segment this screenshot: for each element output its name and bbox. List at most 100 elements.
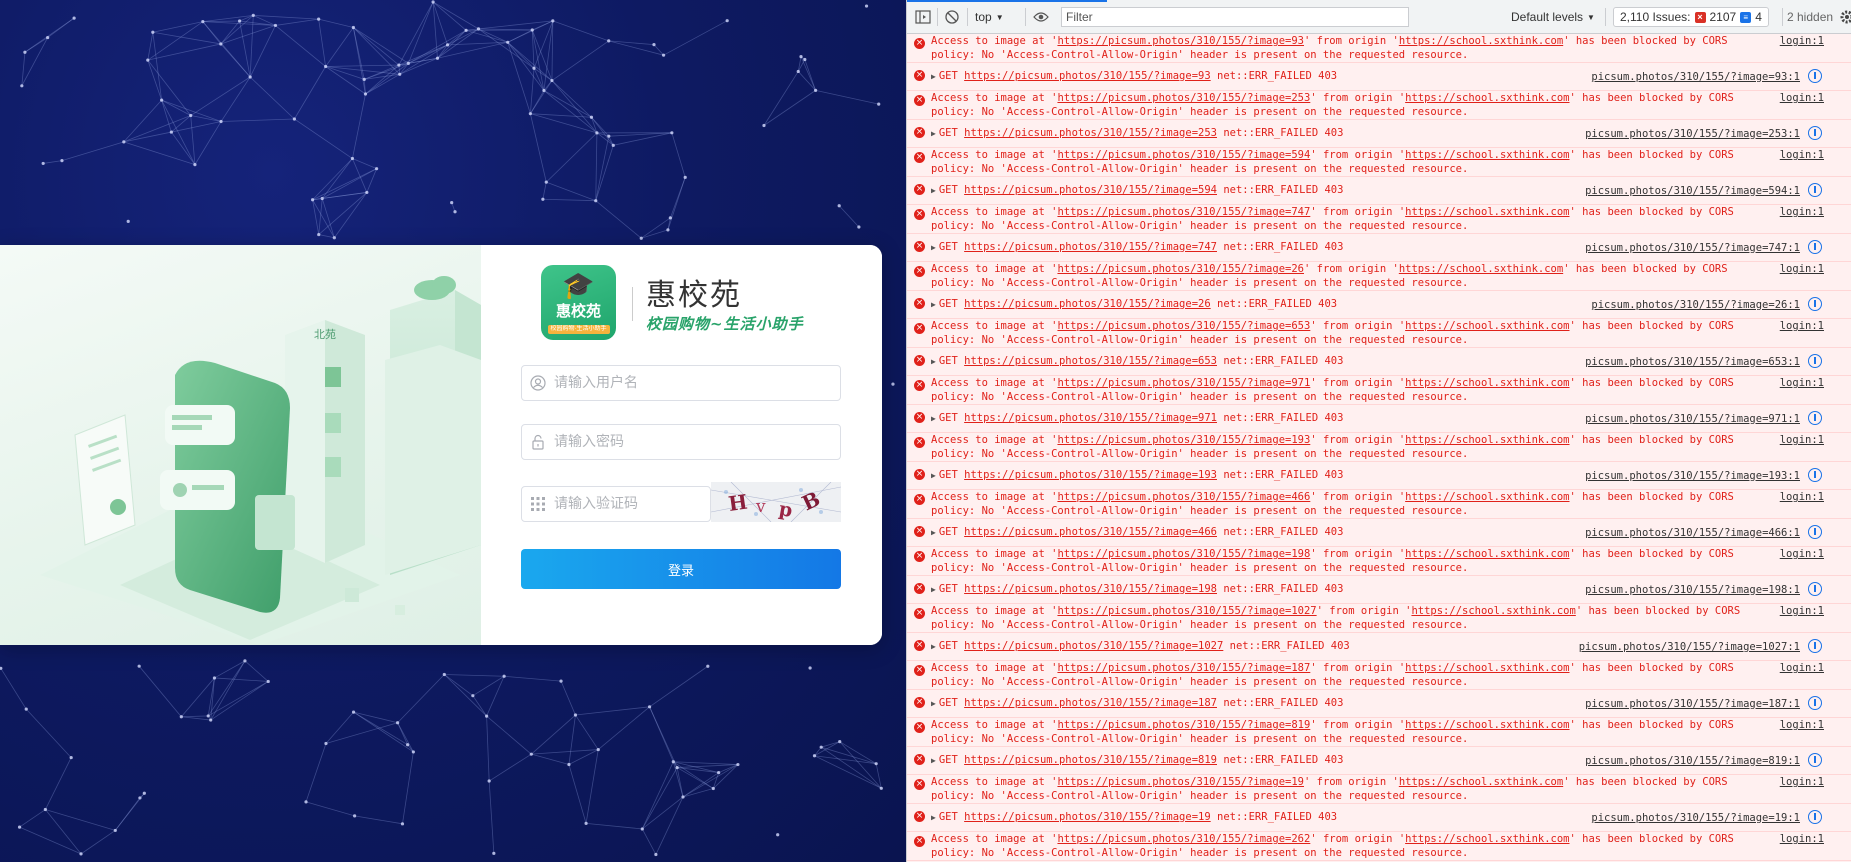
image-url-link[interactable]: https://picsum.photos/310/155/?image=971 (1057, 377, 1310, 389)
expand-triangle-icon[interactable]: ▶ (931, 699, 936, 708)
origin-link[interactable]: https://school.sxthink.com (1405, 149, 1569, 161)
username-input[interactable] (554, 366, 834, 400)
source-link[interactable]: login:1 (1773, 718, 1824, 732)
source-link[interactable]: picsum.photos/310/155/?image=187:1 (1579, 696, 1800, 711)
image-url-link[interactable]: https://picsum.photos/310/155/?image=198 (1057, 548, 1310, 560)
source-link[interactable]: login:1 (1773, 262, 1824, 276)
sidebar-toggle-icon[interactable] (915, 0, 931, 34)
origin-link[interactable]: https://school.sxthink.com (1405, 92, 1569, 104)
image-url-link[interactable]: https://picsum.photos/310/155/?image=93 (1057, 35, 1304, 47)
request-url-link[interactable]: https://picsum.photos/310/155/?image=971 (964, 412, 1217, 424)
live-expression-eye-icon[interactable] (1033, 0, 1049, 34)
source-link[interactable]: picsum.photos/310/155/?image=198:1 (1579, 582, 1800, 597)
expand-triangle-icon[interactable]: ▶ (931, 585, 936, 594)
origin-link[interactable]: https://school.sxthink.com (1399, 35, 1563, 47)
source-link[interactable]: picsum.photos/310/155/?image=26:1 (1585, 297, 1800, 312)
expand-triangle-icon[interactable]: ▶ (931, 72, 936, 81)
request-url-link[interactable]: https://picsum.photos/310/155/?image=594 (964, 184, 1217, 196)
expand-triangle-icon[interactable]: ▶ (931, 357, 936, 366)
image-url-link[interactable]: https://picsum.photos/310/155/?image=26 (1057, 263, 1304, 275)
image-url-link[interactable]: https://picsum.photos/310/155/?image=819 (1057, 719, 1310, 731)
image-url-link[interactable]: https://picsum.photos/310/155/?image=262 (1057, 833, 1310, 845)
source-link[interactable]: login:1 (1773, 205, 1824, 219)
network-request-icon[interactable] (1808, 809, 1822, 824)
expand-triangle-icon[interactable]: ▶ (931, 756, 936, 765)
network-request-icon[interactable] (1808, 182, 1822, 197)
expand-triangle-icon[interactable]: ▶ (931, 528, 936, 537)
source-link[interactable]: login:1 (1773, 547, 1824, 561)
password-input[interactable] (554, 425, 834, 459)
captcha-input[interactable] (554, 487, 704, 521)
image-url-link[interactable]: https://picsum.photos/310/155/?image=466 (1057, 491, 1310, 503)
origin-link[interactable]: https://school.sxthink.com (1405, 491, 1569, 503)
source-link[interactable]: login:1 (1773, 661, 1824, 675)
request-url-link[interactable]: https://picsum.photos/310/155/?image=819 (964, 754, 1217, 766)
filter-input[interactable] (1061, 7, 1409, 27)
source-link[interactable]: login:1 (1773, 433, 1824, 447)
origin-link[interactable]: https://school.sxthink.com (1405, 719, 1569, 731)
login-button[interactable]: 登录 (521, 549, 841, 589)
request-url-link[interactable]: https://picsum.photos/310/155/?image=193 (964, 469, 1217, 481)
issues-button[interactable]: 2,110 Issues: × 2107 ≡ 4 (1613, 7, 1769, 27)
expand-triangle-icon[interactable]: ▶ (931, 642, 936, 651)
network-request-icon[interactable] (1808, 353, 1822, 368)
source-link[interactable]: picsum.photos/310/155/?image=653:1 (1579, 354, 1800, 369)
request-url-link[interactable]: https://picsum.photos/310/155/?image=466 (964, 526, 1217, 538)
source-link[interactable]: login:1 (1773, 91, 1824, 105)
request-url-link[interactable]: https://picsum.photos/310/155/?image=198 (964, 583, 1217, 595)
origin-link[interactable]: https://school.sxthink.com (1411, 605, 1575, 617)
image-url-link[interactable]: https://picsum.photos/310/155/?image=747 (1057, 206, 1310, 218)
source-link[interactable]: picsum.photos/310/155/?image=747:1 (1579, 240, 1800, 255)
source-link[interactable]: picsum.photos/310/155/?image=971:1 (1579, 411, 1800, 426)
network-request-icon[interactable] (1808, 467, 1822, 482)
image-url-link[interactable]: https://picsum.photos/310/155/?image=102… (1057, 605, 1316, 617)
network-request-icon[interactable] (1808, 68, 1822, 83)
image-url-link[interactable]: https://picsum.photos/310/155/?image=187 (1057, 662, 1310, 674)
source-link[interactable]: picsum.photos/310/155/?image=93:1 (1585, 69, 1800, 84)
origin-link[interactable]: https://school.sxthink.com (1405, 320, 1569, 332)
password-field[interactable] (521, 424, 841, 460)
network-request-icon[interactable] (1808, 410, 1822, 425)
expand-triangle-icon[interactable]: ▶ (931, 813, 936, 822)
request-url-link[interactable]: https://picsum.photos/310/155/?image=253 (964, 127, 1217, 139)
context-selector[interactable]: top ▼ (975, 0, 1004, 34)
origin-link[interactable]: https://school.sxthink.com (1405, 434, 1569, 446)
source-link[interactable]: login:1 (1773, 34, 1824, 48)
clear-console-icon[interactable] (945, 0, 959, 34)
origin-link[interactable]: https://school.sxthink.com (1405, 548, 1569, 560)
expand-triangle-icon[interactable]: ▶ (931, 243, 936, 252)
network-request-icon[interactable] (1808, 524, 1822, 539)
source-link[interactable]: login:1 (1773, 148, 1824, 162)
expand-triangle-icon[interactable]: ▶ (931, 300, 936, 309)
settings-gear-icon[interactable] (1840, 0, 1851, 34)
network-request-icon[interactable] (1808, 581, 1822, 596)
origin-link[interactable]: https://school.sxthink.com (1405, 662, 1569, 674)
image-url-link[interactable]: https://picsum.photos/310/155/?image=193 (1057, 434, 1310, 446)
source-link[interactable]: picsum.photos/310/155/?image=19:1 (1585, 810, 1800, 825)
expand-triangle-icon[interactable]: ▶ (931, 471, 936, 480)
network-request-icon[interactable] (1808, 638, 1822, 653)
source-link[interactable]: picsum.photos/310/155/?image=466:1 (1579, 525, 1800, 540)
image-url-link[interactable]: https://picsum.photos/310/155/?image=653 (1057, 320, 1310, 332)
request-url-link[interactable]: https://picsum.photos/310/155/?image=653 (964, 355, 1217, 367)
expand-triangle-icon[interactable]: ▶ (931, 414, 936, 423)
origin-link[interactable]: https://school.sxthink.com (1399, 263, 1563, 275)
origin-link[interactable]: https://school.sxthink.com (1405, 206, 1569, 218)
expand-triangle-icon[interactable]: ▶ (931, 186, 936, 195)
request-url-link[interactable]: https://picsum.photos/310/155/?image=19 (964, 811, 1211, 823)
request-url-link[interactable]: https://picsum.photos/310/155/?image=187 (964, 697, 1217, 709)
image-url-link[interactable]: https://picsum.photos/310/155/?image=594 (1057, 149, 1310, 161)
origin-link[interactable]: https://school.sxthink.com (1405, 377, 1569, 389)
source-link[interactable]: picsum.photos/310/155/?image=253:1 (1579, 126, 1800, 141)
source-link[interactable]: login:1 (1773, 376, 1824, 390)
network-request-icon[interactable] (1808, 239, 1822, 254)
network-request-icon[interactable] (1808, 125, 1822, 140)
captcha-image[interactable]: H v p B (711, 482, 841, 522)
expand-triangle-icon[interactable]: ▶ (931, 129, 936, 138)
network-request-icon[interactable] (1808, 752, 1822, 767)
request-url-link[interactable]: https://picsum.photos/310/155/?image=747 (964, 241, 1217, 253)
request-url-link[interactable]: https://picsum.photos/310/155/?image=102… (964, 640, 1223, 652)
source-link[interactable]: picsum.photos/310/155/?image=819:1 (1579, 753, 1800, 768)
source-link[interactable]: login:1 (1773, 490, 1824, 504)
source-link[interactable]: picsum.photos/310/155/?image=193:1 (1579, 468, 1800, 483)
